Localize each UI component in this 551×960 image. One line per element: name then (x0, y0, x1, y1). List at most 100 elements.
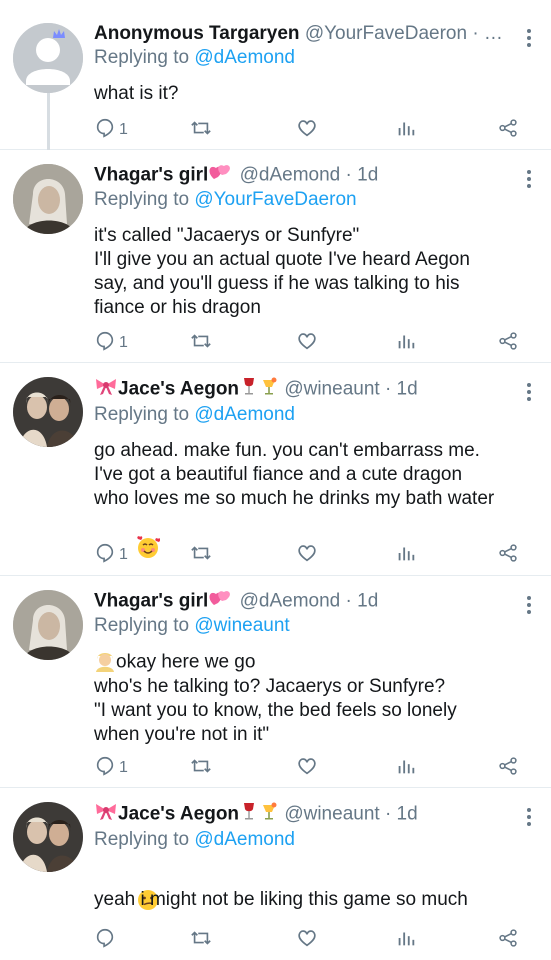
share-icon (497, 927, 519, 954)
like-icon (296, 117, 318, 144)
tweet-actions: 1 (94, 756, 524, 780)
thread-line (47, 92, 50, 150)
like-icon (296, 927, 318, 954)
reply-button[interactable]: 1 (94, 756, 128, 780)
retweet-button[interactable] (190, 118, 212, 142)
retweet-icon (190, 330, 212, 357)
reply-button[interactable]: 1 (94, 331, 128, 355)
tweet-actions: 1 (94, 118, 524, 142)
smiling-face-with-hearts-emoji-icon (94, 511, 539, 558)
default-avatar-icon (13, 23, 83, 93)
hearts-emoji-icon (208, 589, 234, 614)
replying-to: Replying to @dAemond (94, 403, 539, 427)
person-blond-emoji-icon (94, 650, 116, 675)
mention-link[interactable]: @dAemond (194, 404, 295, 425)
retweet-icon (190, 755, 212, 782)
avatar-photo (13, 164, 83, 234)
tweet-actions: 1 (94, 543, 524, 567)
tweet-time: · 1d (379, 378, 418, 400)
tweet-text: okay here we go who's he talking to? Jac… (94, 650, 539, 747)
handle[interactable]: @wineaunt (284, 379, 379, 400)
more-options-icon[interactable] (521, 593, 537, 617)
handle[interactable]: @dAemond (240, 591, 341, 612)
tweet-text: go ahead. make fun. you can't embarrass … (94, 439, 539, 558)
tweet-line: I'll give you an actual quote I've heard… (94, 249, 470, 270)
more-options-icon[interactable] (521, 380, 537, 404)
retweet-icon (190, 117, 212, 144)
reply-button[interactable]: 1 (94, 543, 128, 567)
handle[interactable]: @YourFaveDaeron (305, 23, 467, 44)
replying-to: Replying to @dAemond (94, 46, 539, 70)
wine-glass-emoji-icon (239, 801, 259, 828)
more-options-icon[interactable] (521, 26, 537, 50)
stats-button[interactable] (395, 331, 417, 355)
display-name[interactable]: Anonymous Targaryen (94, 23, 300, 44)
reply-icon (94, 330, 116, 357)
analytics-icon (395, 330, 417, 357)
mention-link[interactable]: @dAemond (194, 47, 295, 68)
reply-button[interactable]: 1 (94, 118, 128, 142)
tweet-actions (94, 928, 524, 952)
stats-button[interactable] (395, 928, 417, 952)
tweet[interactable]: Jace's Aegon @wineaunt · 1d Replying to … (0, 788, 551, 960)
share-button[interactable] (497, 118, 519, 142)
tweet-line: okay here we go (116, 651, 256, 673)
mention-link[interactable]: @wineaunt (194, 615, 289, 636)
reply-icon (94, 755, 116, 782)
stats-button[interactable] (395, 756, 417, 780)
share-icon (497, 755, 519, 782)
share-icon (497, 330, 519, 357)
retweet-button[interactable] (190, 543, 212, 567)
replying-to-label: Replying to (94, 404, 190, 425)
more-options-icon[interactable] (521, 805, 537, 829)
display-name[interactable]: Jace's Aegon (118, 379, 239, 400)
retweet-button[interactable] (190, 756, 212, 780)
stats-button[interactable] (395, 543, 417, 567)
reply-button[interactable] (94, 928, 119, 952)
like-button[interactable] (296, 756, 318, 780)
analytics-icon (395, 117, 417, 144)
avatar[interactable] (13, 23, 83, 93)
display-name[interactable]: Vhagar's girl (94, 591, 208, 612)
crown-badge-icon (53, 29, 65, 38)
mention-link[interactable]: @YourFaveDaeron (194, 189, 356, 210)
share-button[interactable] (497, 928, 519, 952)
share-button[interactable] (497, 331, 519, 355)
replying-to: Replying to @wineaunt (94, 614, 539, 638)
more-options-icon[interactable] (521, 167, 537, 191)
confused-face-emoji-icon (94, 864, 539, 910)
retweet-button[interactable] (190, 928, 212, 952)
like-button[interactable] (296, 543, 318, 567)
mention-link[interactable]: @dAemond (194, 829, 295, 850)
hearts-emoji-icon (208, 163, 234, 188)
handle[interactable]: @wineaunt (284, 804, 379, 825)
tweet-line: what is it? (94, 83, 179, 104)
stats-button[interactable] (395, 118, 417, 142)
display-name[interactable]: Vhagar's girl (94, 165, 208, 186)
tweet[interactable]: Vhagar's girl @dAemond · 1d Replying to … (0, 150, 551, 363)
tweet-text: it's called "Jacaerys or Sunfyre" I'll g… (94, 224, 539, 320)
ribbon-emoji-icon (94, 802, 118, 827)
avatar[interactable] (13, 164, 83, 234)
tweet[interactable]: Anonymous Targaryen @YourFaveDaeron · … … (0, 0, 551, 150)
tweet[interactable]: Vhagar's girl @dAemond · 1d Replying to … (0, 576, 551, 788)
display-name[interactable]: Jace's Aegon (118, 804, 239, 825)
cocktail-emoji-icon (259, 801, 279, 828)
share-button[interactable] (497, 756, 519, 780)
like-button[interactable] (296, 331, 318, 355)
avatar[interactable] (13, 590, 83, 660)
reply-icon (94, 927, 116, 954)
share-button[interactable] (497, 543, 519, 567)
avatar[interactable] (13, 377, 83, 447)
retweet-button[interactable] (190, 331, 212, 355)
avatar[interactable] (13, 802, 83, 872)
reply-count: 1 (119, 121, 128, 138)
tweet[interactable]: Jace's Aegon @wineaunt · 1d Replying to … (0, 363, 551, 576)
like-icon (296, 330, 318, 357)
share-icon (497, 542, 519, 569)
handle[interactable]: @dAemond (240, 165, 341, 186)
like-button[interactable] (296, 118, 318, 142)
tweet-line: when you're not in it" (94, 724, 270, 745)
like-button[interactable] (296, 928, 318, 952)
analytics-icon (395, 542, 417, 569)
